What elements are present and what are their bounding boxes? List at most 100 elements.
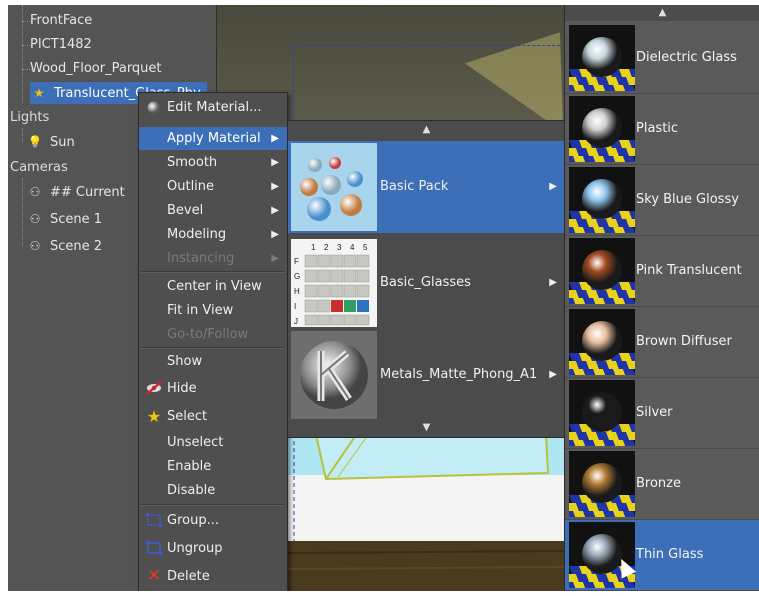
menu-item-go-to-follow: Go-to/Follow bbox=[167, 327, 249, 342]
menu-item-bevel[interactable]: Bevel ▶ bbox=[139, 199, 287, 222]
star-icon: ★ bbox=[146, 407, 162, 426]
material-thumbnail bbox=[569, 167, 635, 233]
material-label: Bronze bbox=[636, 476, 681, 491]
menu-item-disable[interactable]: Disable bbox=[139, 479, 287, 502]
pack-item-basic-glasses[interactable]: 1 2 3 4 5 F G H I J Basic_Glasses ▶ bbox=[288, 237, 565, 329]
camera-icon: ⚇ bbox=[29, 239, 41, 253]
material-thumbnail bbox=[569, 96, 635, 162]
material-label: Brown Diffuser bbox=[636, 334, 732, 349]
menu-item-hide[interactable]: Hide bbox=[139, 377, 287, 400]
grid-row-label: G bbox=[294, 272, 300, 281]
preview-scene bbox=[286, 435, 566, 591]
lights-group-header[interactable]: Lights bbox=[10, 108, 49, 128]
submenu-arrow-icon: ▶ bbox=[549, 277, 557, 288]
material-label: Pink Translucent bbox=[636, 263, 742, 278]
tree-connector bbox=[22, 5, 23, 103]
menu-item-unselect[interactable]: Unselect bbox=[139, 431, 287, 454]
material-label: Silver bbox=[636, 405, 673, 420]
scroll-up-arrow-icon[interactable]: ▲ bbox=[565, 5, 759, 21]
grid-col-label: 3 bbox=[337, 243, 342, 252]
delete-icon: ✕ bbox=[146, 566, 162, 586]
tree-item-sun[interactable]: 💡 Sun bbox=[26, 131, 75, 153]
light-bulb-icon: 💡 bbox=[27, 135, 43, 149]
ungroup-icon bbox=[145, 540, 163, 557]
grid-row-label: F bbox=[294, 257, 299, 266]
material-thumbnail bbox=[569, 25, 635, 91]
material-item-plastic[interactable]: Plastic bbox=[565, 94, 759, 165]
material-item-bronze[interactable]: Bronze bbox=[565, 449, 759, 520]
material-packs-submenu: ▲ Basic Pack ▶ 1 2 3 4 5 F G H I J Basic… bbox=[287, 120, 566, 438]
camera-icon: ⚇ bbox=[29, 212, 41, 226]
menu-item-select[interactable]: ★ Select bbox=[139, 405, 287, 428]
menu-item-show[interactable]: Show bbox=[139, 350, 287, 373]
material-thumbnail bbox=[569, 238, 635, 304]
tree-item-label: Sun bbox=[50, 135, 75, 150]
menu-item-enable[interactable]: Enable bbox=[139, 455, 287, 478]
grid-col-label: 5 bbox=[363, 243, 368, 252]
tree-item-label: Scene 1 bbox=[50, 212, 103, 227]
pack-item-basic-pack[interactable]: Basic Pack ▶ bbox=[288, 141, 565, 233]
menu-item-modeling[interactable]: Modeling ▶ bbox=[139, 223, 287, 246]
material-item-thin-glass[interactable]: Thin Glass bbox=[565, 520, 759, 591]
pack-item-metals-matte-phong[interactable]: Metals_Matte_Phong_A1 ▶ bbox=[288, 329, 565, 421]
menu-item-smooth[interactable]: Smooth ▶ bbox=[139, 151, 287, 174]
tree-item-pict1482[interactable]: PICT1482 bbox=[30, 34, 92, 56]
material-item-sky-blue-glossy[interactable]: Sky Blue Glossy bbox=[565, 165, 759, 236]
cameras-group-header[interactable]: Cameras bbox=[10, 158, 68, 178]
menu-item-delete[interactable]: ✕ Delete bbox=[139, 565, 287, 588]
material-item-silver[interactable]: Silver bbox=[565, 378, 759, 449]
menu-item-group[interactable]: Group... bbox=[139, 509, 287, 532]
menu-item-fit-in-view[interactable]: Fit in View bbox=[139, 299, 287, 322]
tree-item-scene-2[interactable]: ⚇ Scene 2 bbox=[26, 235, 102, 257]
tree-item-label: Scene 2 bbox=[50, 239, 103, 254]
material-thumbnail bbox=[569, 309, 635, 375]
tree-connector bbox=[22, 128, 23, 142]
tree-item-camera-current[interactable]: ⚇ ## Current bbox=[26, 181, 125, 203]
tree-item-label: Wood_Floor_Parquet bbox=[30, 61, 162, 76]
submenu-arrow-icon: ▶ bbox=[271, 181, 279, 192]
material-item-pink-translucent[interactable]: Pink Translucent bbox=[565, 236, 759, 307]
tree-item-frontface[interactable]: FrontFace bbox=[30, 10, 92, 32]
menu-separator bbox=[141, 271, 285, 273]
material-thumbnail bbox=[569, 380, 635, 446]
sphere-icon bbox=[145, 99, 163, 116]
grid-col-label: 2 bbox=[324, 243, 329, 252]
star-icon: ★ bbox=[33, 86, 45, 100]
scroll-up-arrow-icon[interactable]: ▲ bbox=[288, 121, 565, 139]
submenu-arrow-icon: ▶ bbox=[271, 157, 279, 168]
hide-icon bbox=[145, 380, 163, 397]
menu-item-ungroup[interactable]: Ungroup bbox=[139, 537, 287, 560]
submenu-arrow-icon: ▶ bbox=[549, 181, 557, 192]
menu-item-center-in-view[interactable]: Center in View bbox=[139, 275, 287, 298]
app-window: FrontFace PICT1482 Wood_Floor_Parquet ★ T… bbox=[8, 5, 759, 591]
menu-item-instancing: Instancing ▶ bbox=[139, 247, 287, 270]
menu-item-edit-material[interactable]: Edit Material... bbox=[139, 96, 287, 119]
submenu-arrow-icon: ▶ bbox=[549, 369, 557, 380]
tree-item-label: PICT1482 bbox=[30, 37, 92, 52]
tree-item-scene-1[interactable]: ⚇ Scene 1 bbox=[26, 208, 102, 230]
material-item-dielectric-glass[interactable]: Dielectric Glass bbox=[565, 23, 759, 94]
group-icon bbox=[145, 512, 163, 529]
grid-row-label: H bbox=[294, 287, 300, 296]
basic-glasses-thumbnail: 1 2 3 4 5 F G H I J bbox=[291, 239, 377, 327]
material-label: Sky Blue Glossy bbox=[636, 192, 739, 207]
materials-panel: ▲ Dielectric Glass Plastic Sky Blue Glos… bbox=[564, 5, 759, 591]
grid-row-label: J bbox=[294, 317, 298, 326]
material-thumbnail bbox=[569, 451, 635, 517]
scroll-down-arrow-icon[interactable]: ▼ bbox=[288, 419, 565, 437]
camera-icon: ⚇ bbox=[29, 185, 41, 199]
menu-item-outline[interactable]: Outline ▶ bbox=[139, 175, 287, 198]
render-preview bbox=[286, 435, 566, 591]
material-item-brown-diffuser[interactable]: Brown Diffuser bbox=[565, 307, 759, 378]
material-label: Dielectric Glass bbox=[636, 50, 737, 65]
tree-item-label: ## Current bbox=[50, 185, 125, 200]
material-label: Plastic bbox=[636, 121, 679, 136]
material-thumbnail bbox=[569, 522, 635, 588]
menu-item-apply-material[interactable]: Apply Material ▶ bbox=[139, 127, 287, 150]
context-menu: Edit Material... Apply Material ▶ Smooth… bbox=[138, 92, 288, 591]
submenu-arrow-icon: ▶ bbox=[271, 133, 279, 144]
tree-item-wood-floor-parquet[interactable]: Wood_Floor_Parquet bbox=[30, 58, 162, 80]
metals-pack-thumbnail bbox=[291, 331, 377, 419]
submenu-arrow-icon: ▶ bbox=[271, 205, 279, 216]
basic-pack-thumbnail bbox=[291, 143, 377, 231]
